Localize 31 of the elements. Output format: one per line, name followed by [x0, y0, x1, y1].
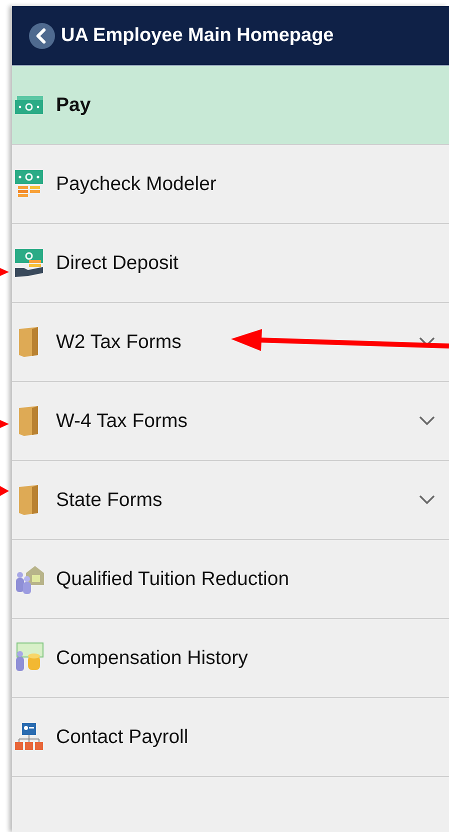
nav-item[interactable]: Paycheck Modeler [12, 145, 449, 224]
nav-item[interactable]: Direct Deposit [12, 224, 449, 303]
nav-item[interactable]: Pay [12, 66, 449, 145]
cash-and-coins-icon [14, 169, 44, 199]
annotation-arrow [0, 486, 9, 496]
cash-in-hand-icon [14, 248, 44, 278]
org-chart-icon [14, 722, 44, 752]
annotation-arrow [0, 268, 9, 276]
nav-item-label: Compensation History [56, 646, 248, 670]
nav-item-label: State Forms [56, 488, 162, 512]
annotation-arrow [0, 420, 9, 428]
cash-icon [14, 94, 44, 116]
chevron-down-icon [419, 495, 435, 505]
nav-item-label: Contact Payroll [56, 726, 188, 748]
back-button[interactable] [29, 22, 55, 48]
nav-item[interactable]: Contact Payroll [12, 698, 449, 777]
people-and-coins-icon [14, 642, 44, 674]
nav-item[interactable]: State Forms [12, 461, 449, 540]
nav-item-label: Qualified Tuition Reduction [56, 568, 290, 590]
back-chevron-icon [29, 22, 55, 48]
nav-item-label: Paycheck Modeler [56, 172, 216, 196]
nav-item[interactable]: Compensation History [12, 619, 449, 698]
nav-item[interactable]: Qualified Tuition Reduction [12, 540, 449, 619]
people-and-house-icon [14, 563, 44, 595]
nav-item-label: W-4 Tax Forms [56, 410, 188, 432]
page-title: UA Employee Main Homepage [61, 24, 334, 46]
nav-item-label: W2 Tax Forms [56, 330, 182, 354]
chevron-down-icon [419, 416, 435, 426]
nav-item-label: Pay [56, 94, 91, 116]
nav-item[interactable]: W-4 Tax Forms [12, 382, 449, 461]
nav-item-label: Direct Deposit [56, 252, 178, 274]
